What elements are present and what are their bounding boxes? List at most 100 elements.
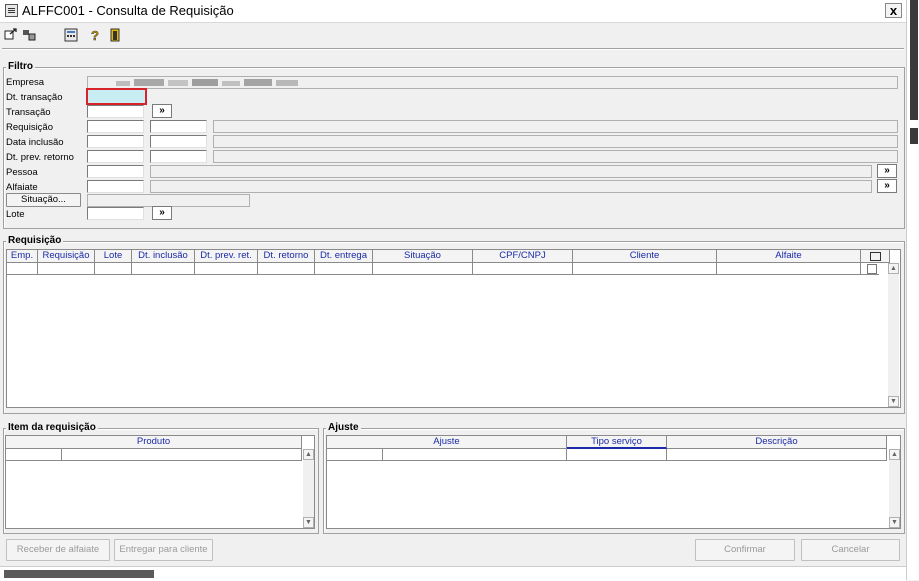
filtro-title: Filtro xyxy=(6,61,35,72)
grid-cell[interactable] xyxy=(195,263,258,275)
grid-cell[interactable] xyxy=(573,263,717,275)
data-inclusao-to-field[interactable] xyxy=(150,135,207,148)
pessoa-label: Pessoa xyxy=(6,167,38,178)
column-header[interactable]: Lote xyxy=(95,250,132,263)
grid-cell[interactable] xyxy=(95,263,132,275)
scroll-thumb-secondary[interactable] xyxy=(910,128,918,144)
alfaiate-lookup-button[interactable]: » xyxy=(877,179,897,193)
pessoa-lookup-button[interactable]: » xyxy=(877,164,897,178)
requisicao-desc-field xyxy=(213,120,898,133)
requisicao-to-field[interactable] xyxy=(150,120,207,133)
data-inclusao-from-field[interactable] xyxy=(87,135,144,148)
close-button[interactable]: x xyxy=(885,3,902,18)
exit-icon[interactable] xyxy=(108,28,122,42)
grid-cell[interactable] xyxy=(373,263,473,275)
alfaiate-desc-field xyxy=(150,180,872,193)
help-icon[interactable]: ? xyxy=(88,28,102,42)
receber-alfaiate-button[interactable]: Receber de alfaiate xyxy=(6,539,110,561)
alfaiate-field[interactable] xyxy=(87,180,144,193)
row-checkbox[interactable] xyxy=(867,264,877,274)
toolbar-separator xyxy=(2,48,904,50)
dt-prev-retorno-to-field[interactable] xyxy=(150,150,207,163)
grid-cell[interactable] xyxy=(383,449,567,461)
column-header[interactable]: Situação xyxy=(373,250,473,263)
grid-cell[interactable] xyxy=(258,263,315,275)
ajuste-vscroll[interactable]: ▲ ▼ xyxy=(889,449,900,528)
item-requisicao-grid[interactable]: Produto ▲ ▼ xyxy=(5,435,315,529)
dt-prev-retorno-from-field[interactable] xyxy=(87,150,144,163)
lote-label: Lote xyxy=(6,209,25,220)
right-scrollbar[interactable] xyxy=(906,0,919,580)
window-title: ALFFC001 - Consulta de Requisição xyxy=(22,3,234,18)
pessoa-field[interactable] xyxy=(87,165,144,178)
dt-transacao-field[interactable] xyxy=(86,88,147,105)
requisicao-title: Requisição xyxy=(6,235,64,246)
column-header[interactable]: CPF/CNPJ xyxy=(473,250,573,263)
column-header[interactable]: Tipo serviço xyxy=(567,436,667,449)
scroll-thumb[interactable] xyxy=(910,0,918,120)
svg-text:?: ? xyxy=(91,28,99,42)
data-inclusao-label: Data inclusão xyxy=(6,137,64,148)
item-requisicao-title: Item da requisição xyxy=(6,422,98,433)
data-inclusao-desc-field xyxy=(213,135,898,148)
column-header[interactable]: Descrição xyxy=(667,436,887,449)
column-header[interactable]: Ajuste xyxy=(327,436,567,449)
column-header[interactable]: Dt. prev. ret. xyxy=(195,250,258,263)
lote-field[interactable] xyxy=(87,207,144,220)
checkbox-icon[interactable] xyxy=(869,252,881,261)
grid-cell[interactable] xyxy=(6,449,62,461)
requisicao-vscroll[interactable]: ▲ ▼ xyxy=(888,263,899,407)
grid-cell[interactable] xyxy=(473,263,573,275)
column-header[interactable]: Requisição xyxy=(38,250,95,263)
lote-lookup-button[interactable]: » xyxy=(152,206,172,220)
app-icon xyxy=(5,4,18,17)
scroll-down-button[interactable]: ▼ xyxy=(303,517,314,528)
scroll-down-button[interactable]: ▼ xyxy=(888,396,899,407)
row-checkbox-cell[interactable] xyxy=(861,263,879,275)
column-header[interactable]: Alfaite xyxy=(717,250,861,263)
grid-cell[interactable] xyxy=(567,449,667,461)
grid-cell[interactable] xyxy=(327,449,383,461)
grid-cell[interactable] xyxy=(132,263,195,275)
ajuste-grid[interactable]: Ajuste Tipo serviço Descrição ▲ ▼ xyxy=(326,435,901,529)
column-header[interactable]: Dt. inclusão xyxy=(132,250,195,263)
item-vscroll[interactable]: ▲ ▼ xyxy=(303,449,314,528)
column-header[interactable]: Dt. retorno xyxy=(258,250,315,263)
column-header[interactable]: Cliente xyxy=(573,250,717,263)
grid-cell[interactable] xyxy=(667,449,887,461)
grid-cell[interactable] xyxy=(38,263,95,275)
column-header[interactable]: Produto xyxy=(6,436,302,449)
empresa-label: Empresa xyxy=(6,77,45,88)
export-icon[interactable] xyxy=(4,28,18,42)
transacao-lookup-button[interactable]: » xyxy=(152,104,172,118)
scroll-down-button[interactable]: ▼ xyxy=(889,517,900,528)
requisicao-from-field[interactable] xyxy=(87,120,144,133)
entregar-cliente-button[interactable]: Entregar para cliente xyxy=(114,539,213,561)
grid-cell[interactable] xyxy=(62,449,302,461)
column-header[interactable]: Emp. xyxy=(7,250,38,263)
pessoa-desc-field xyxy=(150,165,872,178)
alfaiate-label: Alfaiate xyxy=(6,182,38,193)
dt-prev-retorno-label: Dt. prev. retorno xyxy=(6,152,74,163)
title-bar: ALFFC001 - Consulta de Requisição x xyxy=(0,0,906,23)
confirmar-button[interactable]: Confirmar xyxy=(695,539,795,561)
situacao-button[interactable]: Situação... xyxy=(6,193,81,207)
grid-cell[interactable] xyxy=(315,263,373,275)
scroll-up-button[interactable]: ▲ xyxy=(888,263,899,274)
requisicao-label: Requisição xyxy=(6,122,53,133)
redacted-company-name xyxy=(116,79,298,86)
column-header[interactable]: Dt. entrega xyxy=(315,250,373,263)
requisicao-grid[interactable]: Emp. Requisição Lote Dt. inclusão Dt. pr… xyxy=(6,249,901,408)
grid-cell[interactable] xyxy=(717,263,861,275)
select-all-header[interactable] xyxy=(861,250,890,263)
hscroll-thumb[interactable] xyxy=(4,570,154,578)
scroll-up-button[interactable]: ▲ xyxy=(889,449,900,460)
scroll-up-button[interactable]: ▲ xyxy=(303,449,314,460)
transacao-field[interactable] xyxy=(87,105,144,118)
cancelar-button[interactable]: Cancelar xyxy=(801,539,900,561)
horizontal-scrollbar[interactable] xyxy=(0,566,906,581)
grid-cell[interactable] xyxy=(7,263,38,275)
calculator-icon[interactable] xyxy=(64,28,78,42)
dt-transacao-label: Dt. transação xyxy=(6,92,63,103)
layout-icon[interactable] xyxy=(22,28,36,42)
